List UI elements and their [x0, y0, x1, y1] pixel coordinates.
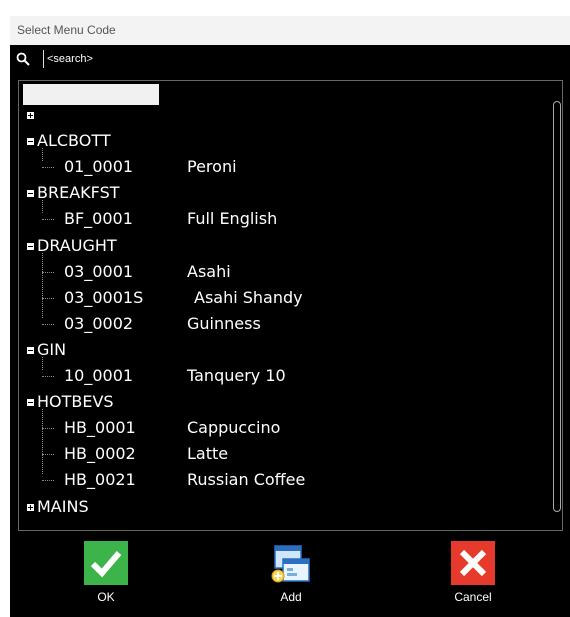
menu-description: Latte	[187, 444, 229, 464]
tree-item-row[interactable]: HB_0001 Cappuccino	[19, 416, 539, 440]
tree-category-row[interactable]: HOTBEVS	[19, 390, 539, 414]
tree-category-row[interactable]: BREAKFST	[19, 181, 539, 205]
close-icon	[451, 541, 495, 585]
add-label: Add	[280, 590, 302, 604]
expand-icon[interactable]	[27, 503, 34, 511]
menu-description: Russian Coffee	[187, 470, 306, 490]
ok-label: OK	[97, 590, 115, 604]
menu-code: 03_0001	[64, 261, 134, 281]
expand-icon[interactable]	[27, 112, 34, 119]
menu-code: HB_0021	[64, 470, 136, 490]
menu-description: Tanquery 10	[187, 366, 286, 385]
tree-category-label: BREAKFST	[37, 183, 120, 203]
tree-item-row[interactable]: 03_0002 Guinness	[19, 312, 539, 336]
tree-item-row[interactable]: 01_0001 Peroni	[19, 155, 539, 179]
collapse-icon[interactable]	[27, 346, 34, 354]
window-title: Select Menu Code	[17, 23, 116, 37]
search-divider	[43, 50, 44, 68]
tree-item-row[interactable]: 10_0001 Tanquery 10	[19, 364, 539, 388]
menu-description: Full English	[187, 209, 278, 229]
tree-category-label: HOTBEVS	[37, 392, 114, 412]
tree-item-row[interactable]: HB_0021 Russian Coffee	[19, 468, 539, 492]
ok-button[interactable]: OK	[61, 537, 151, 617]
selected-node-highlight	[23, 84, 159, 105]
title-bar: Select Menu Code	[10, 16, 570, 45]
tree-category-row[interactable]: GIN	[19, 338, 539, 362]
collapse-icon[interactable]	[27, 399, 34, 407]
menu-code: HB_0002	[64, 444, 136, 464]
menu-code: BF_0001	[64, 209, 133, 229]
search-input[interactable]	[47, 51, 447, 67]
vertical-scrollbar[interactable]	[553, 101, 561, 512]
tree-category-row[interactable]: DRAUGHT	[19, 234, 539, 258]
check-icon	[84, 541, 128, 585]
tree-category-label: ALCBOTT	[37, 131, 111, 151]
menu-code: 03_0002	[64, 313, 134, 333]
collapse-icon[interactable]	[27, 190, 34, 198]
menu-code: HB_0001	[64, 418, 136, 438]
tree-category-row[interactable]: ALCBOTT	[19, 129, 539, 153]
tree-item-row[interactable]: BF_0001 Full English	[19, 207, 539, 231]
menu-description: Asahi Shandy	[194, 287, 303, 307]
bottom-toolbar: OK Add Cancel	[10, 537, 570, 617]
menu-description: Asahi	[187, 261, 231, 281]
menu-code: 10_0001	[64, 366, 134, 385]
select-menu-code-dialog: Select Menu Code ALCBOTT 01_0001 Peroni BRE…	[10, 16, 570, 617]
tree-category-row[interactable]	[19, 103, 539, 127]
tree-category-row[interactable]: MAINS	[19, 495, 539, 519]
add-button[interactable]: Add	[246, 537, 336, 617]
search-icon[interactable]	[16, 52, 30, 66]
menu-code-tree[interactable]: ALCBOTT 01_0001 Peroni BREAKFST BF_0001 Full …	[18, 80, 563, 531]
menu-description: Guinness	[187, 313, 261, 333]
menu-description: Cappuccino	[187, 418, 281, 438]
tree-item-row[interactable]: 03_0001 Asahi	[19, 260, 539, 284]
menu-description: Peroni	[187, 157, 237, 177]
collapse-icon[interactable]	[27, 242, 34, 250]
menu-code: 03_0001S	[64, 287, 144, 307]
search-bar	[10, 45, 570, 74]
cancel-label: Cancel	[454, 590, 492, 604]
tree-item-row[interactable]: HB_0002 Latte	[19, 442, 539, 466]
collapse-icon[interactable]	[27, 138, 34, 146]
tree-category-label: MAINS	[37, 496, 89, 516]
tree-category-label: DRAUGHT	[37, 235, 117, 255]
menu-code: 01_0001	[64, 157, 134, 177]
cancel-button[interactable]: Cancel	[428, 537, 518, 617]
add-windows-icon	[271, 545, 310, 583]
tree-item-row[interactable]: 03_0001S Asahi Shandy	[19, 286, 539, 310]
